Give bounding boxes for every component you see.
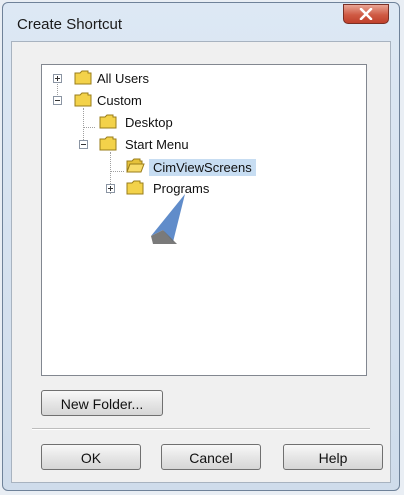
folder-icon [99,114,117,129]
tree-item-label: All Users [97,71,150,86]
new-folder-button[interactable]: New Folder... [41,390,163,416]
collapse-icon[interactable] [79,140,88,149]
mouse-pointer-icon [151,194,185,244]
expand-icon[interactable] [106,184,115,193]
expand-icon[interactable] [53,74,62,83]
tree-item-cimviewscreens[interactable]: CimViewScreens [42,156,362,176]
dialog-title: Create Shortcut [17,16,123,33]
tree-item-desktop[interactable]: Desktop [42,112,362,132]
close-button[interactable] [343,4,389,24]
tree-item-label: Custom [97,93,142,108]
tree-item-all-users[interactable]: All Users [42,68,362,88]
separator [32,428,370,430]
dialog-body: All Users Custom Desktop Start Menu CimV… [11,41,391,483]
tree-item-label: Start Menu [125,137,189,152]
tree-item-label: CimViewScreens [149,159,256,176]
folder-icon [99,136,117,151]
ok-button[interactable]: OK [41,444,141,470]
collapse-icon[interactable] [53,96,62,105]
tree-item-start-menu[interactable]: Start Menu [42,134,362,154]
folder-tree[interactable]: All Users Custom Desktop Start Menu CimV… [41,64,367,376]
tree-item-custom[interactable]: Custom [42,90,362,110]
folder-icon [74,92,92,107]
folder-icon [74,70,92,85]
create-shortcut-dialog: Create Shortcut All Users Custom Desktop… [2,2,400,491]
folder-icon [126,180,144,195]
title-bar[interactable]: Create Shortcut [3,3,399,41]
tree-item-programs[interactable]: Programs [42,178,362,198]
open-folder-icon [126,158,145,173]
cancel-button[interactable]: Cancel [161,444,261,470]
help-button[interactable]: Help [283,444,383,470]
close-icon [359,8,373,20]
tree-item-label: Desktop [125,115,173,130]
